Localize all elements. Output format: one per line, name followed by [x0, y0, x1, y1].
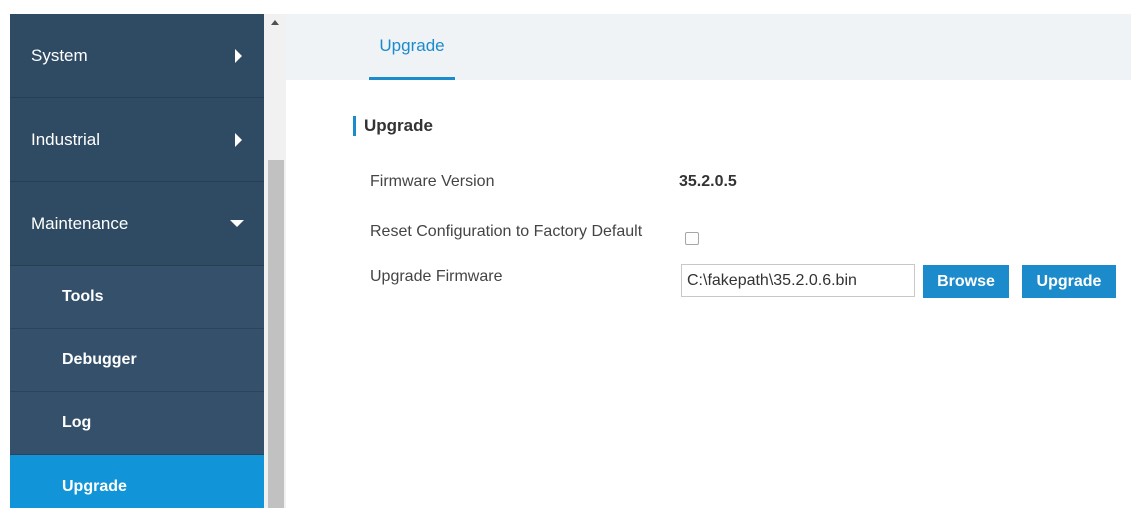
sidebar: System Industrial Maintenance Tools Debu…	[10, 14, 264, 508]
scroll-thumb[interactable]	[268, 160, 284, 508]
sidebar-subitem-label: Tools	[62, 288, 104, 305]
sidebar-subitem-label: Upgrade	[62, 477, 127, 495]
caret-right-icon	[235, 132, 242, 147]
tab-upgrade[interactable]: Upgrade	[369, 14, 455, 80]
firmware-version-label: Firmware Version	[370, 173, 495, 190]
upgrade-button[interactable]: Upgrade	[1022, 265, 1116, 298]
sidebar-subitem-label: Log	[62, 414, 92, 431]
upgrade-firmware-label: Upgrade Firmware	[370, 268, 503, 285]
sidebar-item-label: Maintenance	[31, 213, 129, 233]
sidebar-item-maintenance[interactable]: Maintenance	[10, 182, 264, 266]
reset-config-label: Reset Configuration to Factory Default	[370, 223, 643, 240]
caret-right-icon	[235, 48, 242, 63]
sidebar-item-industrial[interactable]: Industrial	[10, 98, 264, 182]
sidebar-scrollbar[interactable]	[264, 14, 286, 508]
sidebar-item-label: Industrial	[31, 129, 100, 149]
sidebar-subitem-debugger[interactable]: Debugger	[10, 329, 264, 392]
sidebar-subitem-upgrade[interactable]: Upgrade	[10, 455, 264, 508]
main-content: Upgrade Firmware Version 35.2.0.5 Reset …	[286, 80, 1131, 508]
sidebar-item-system[interactable]: System	[10, 14, 264, 98]
tab-bar: Upgrade	[286, 14, 1131, 80]
sidebar-subitem-log[interactable]: Log	[10, 392, 264, 455]
caret-down-icon	[230, 220, 244, 227]
reset-config-checkbox[interactable]	[685, 232, 699, 245]
browse-button[interactable]: Browse	[923, 265, 1009, 298]
sidebar-subitem-label: Debugger	[62, 351, 137, 368]
scroll-up-arrow-icon[interactable]	[271, 20, 279, 25]
firmware-file-input[interactable]: C:\fakepath\35.2.0.6.bin	[681, 264, 915, 297]
firmware-version-value: 35.2.0.5	[679, 173, 737, 190]
sidebar-item-label: System	[31, 45, 88, 65]
sidebar-subitem-tools[interactable]: Tools	[10, 266, 264, 329]
section-title: Upgrade	[353, 116, 433, 136]
